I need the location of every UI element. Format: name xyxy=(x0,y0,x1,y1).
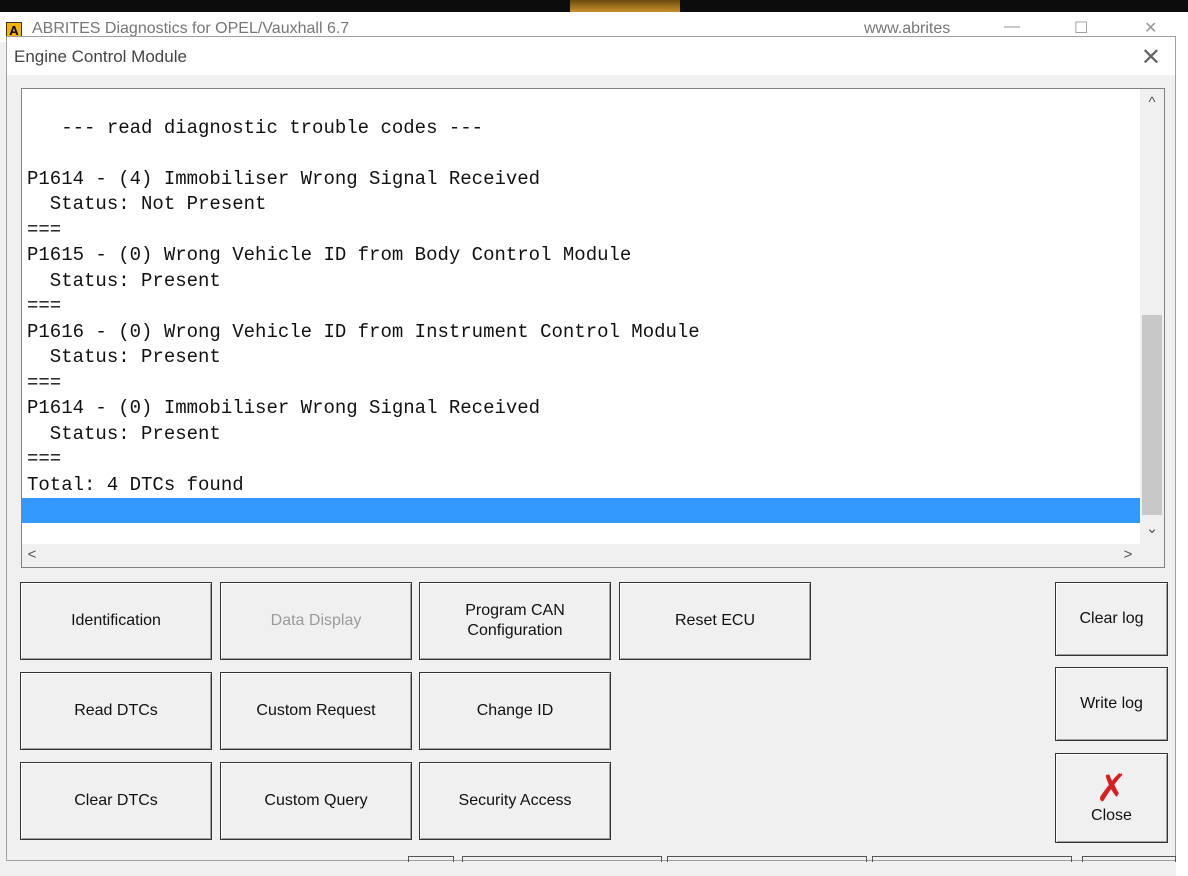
log-line: P1616 - (0) Wrong Vehicle ID from Instru… xyxy=(27,321,700,343)
log-line: === xyxy=(27,219,62,241)
horizontal-scrollbar[interactable]: < > xyxy=(22,544,1164,567)
scroll-up-icon[interactable]: ^ xyxy=(1140,93,1164,113)
read-dtcs-label: Read DTCs xyxy=(74,702,158,719)
log-line: === xyxy=(27,295,62,317)
close-icon[interactable]: ✕ xyxy=(1144,18,1157,38)
read-dtcs-button[interactable]: Read DTCs xyxy=(20,672,212,750)
close-button-content: ✗ Close xyxy=(1091,766,1132,826)
scroll-left-icon[interactable]: < xyxy=(24,545,40,565)
reset-ecu-label: Reset ECU xyxy=(674,612,756,629)
identification-label: Identification xyxy=(71,612,161,629)
log-line: Status: Not Present xyxy=(27,193,267,215)
log-line: Total: 4 DTCs found xyxy=(27,474,244,496)
log-output-panel[interactable]: --- read diagnostic trouble codes --- P1… xyxy=(21,88,1165,568)
parent-button-edge xyxy=(667,856,867,862)
background-image xyxy=(570,0,680,12)
identification-button[interactable]: Identification xyxy=(20,582,212,660)
program-can-configuration-label: Program CAN Configuration xyxy=(465,601,565,641)
log-text-area[interactable]: --- read diagnostic trouble codes --- P1… xyxy=(22,89,1140,544)
custom-request-label: Custom Request xyxy=(256,702,376,719)
program-can-configuration-button[interactable]: Program CAN Configuration xyxy=(419,582,611,660)
desktop-background-strip xyxy=(0,0,1188,12)
maximize-icon[interactable]: ☐ xyxy=(1074,18,1088,38)
dialog-title: Engine Control Module xyxy=(14,47,187,66)
red-x-icon: ✗ xyxy=(1095,766,1128,810)
dialog-close-icon[interactable]: ✕ xyxy=(1141,43,1161,72)
selected-log-line xyxy=(22,498,1140,523)
minimize-icon[interactable]: — xyxy=(1004,18,1020,36)
custom-request-button[interactable]: Custom Request xyxy=(220,672,412,750)
scroll-right-icon[interactable]: > xyxy=(1120,545,1136,565)
log-line: P1615 - (0) Wrong Vehicle ID from Body C… xyxy=(27,244,632,266)
reset-ecu-button[interactable]: Reset ECU xyxy=(619,582,811,660)
program-can-line1: Program CAN xyxy=(465,602,565,619)
engine-control-module-dialog: Engine Control Module ✕ --- read diagnos… xyxy=(6,36,1176,861)
parent-button-edge xyxy=(408,856,454,862)
parent-button-edge xyxy=(462,856,662,862)
parent-button-edge xyxy=(1082,856,1176,862)
custom-query-button[interactable]: Custom Query xyxy=(220,762,412,840)
vertical-scroll-thumb[interactable] xyxy=(1142,315,1162,515)
custom-query-label: Custom Query xyxy=(264,792,368,809)
log-line: === xyxy=(27,372,62,394)
clear-log-label: Clear log xyxy=(1079,610,1144,627)
parent-window-edge xyxy=(1176,12,1188,876)
parent-button-edge xyxy=(872,856,1072,862)
clear-dtcs-button[interactable]: Clear DTCs xyxy=(20,762,212,840)
log-line: Status: Present xyxy=(27,346,221,368)
clear-dtcs-label: Clear DTCs xyxy=(74,792,158,809)
vertical-scrollbar[interactable]: ^ ⌄ xyxy=(1140,89,1164,544)
write-log-button[interactable]: Write log xyxy=(1055,667,1168,741)
dialog-titlebar: Engine Control Module ✕ xyxy=(7,37,1175,75)
data-display-label: Data Display xyxy=(270,612,362,629)
change-id-button[interactable]: Change ID xyxy=(419,672,611,750)
close-label: Close xyxy=(1091,807,1132,824)
data-display-button[interactable]: Data Display xyxy=(220,582,412,660)
log-line: === xyxy=(27,448,62,470)
security-access-button[interactable]: Security Access xyxy=(419,762,611,840)
log-line: --- read diagnostic trouble codes --- xyxy=(27,117,484,139)
log-line: P1614 - (0) Immobiliser Wrong Signal Rec… xyxy=(27,397,541,419)
security-access-label: Security Access xyxy=(458,792,572,809)
log-line: Status: Present xyxy=(27,423,221,445)
close-button[interactable]: ✗ Close xyxy=(1055,753,1168,843)
write-log-label: Write log xyxy=(1080,695,1143,712)
log-line: Status: Present xyxy=(27,270,221,292)
log-line: P1614 - (4) Immobiliser Wrong Signal Rec… xyxy=(27,168,541,190)
change-id-label: Change ID xyxy=(476,702,554,719)
clear-log-button[interactable]: Clear log xyxy=(1055,582,1168,656)
scroll-down-icon[interactable]: ⌄ xyxy=(1140,519,1164,539)
program-can-line2: Configuration xyxy=(467,622,563,639)
